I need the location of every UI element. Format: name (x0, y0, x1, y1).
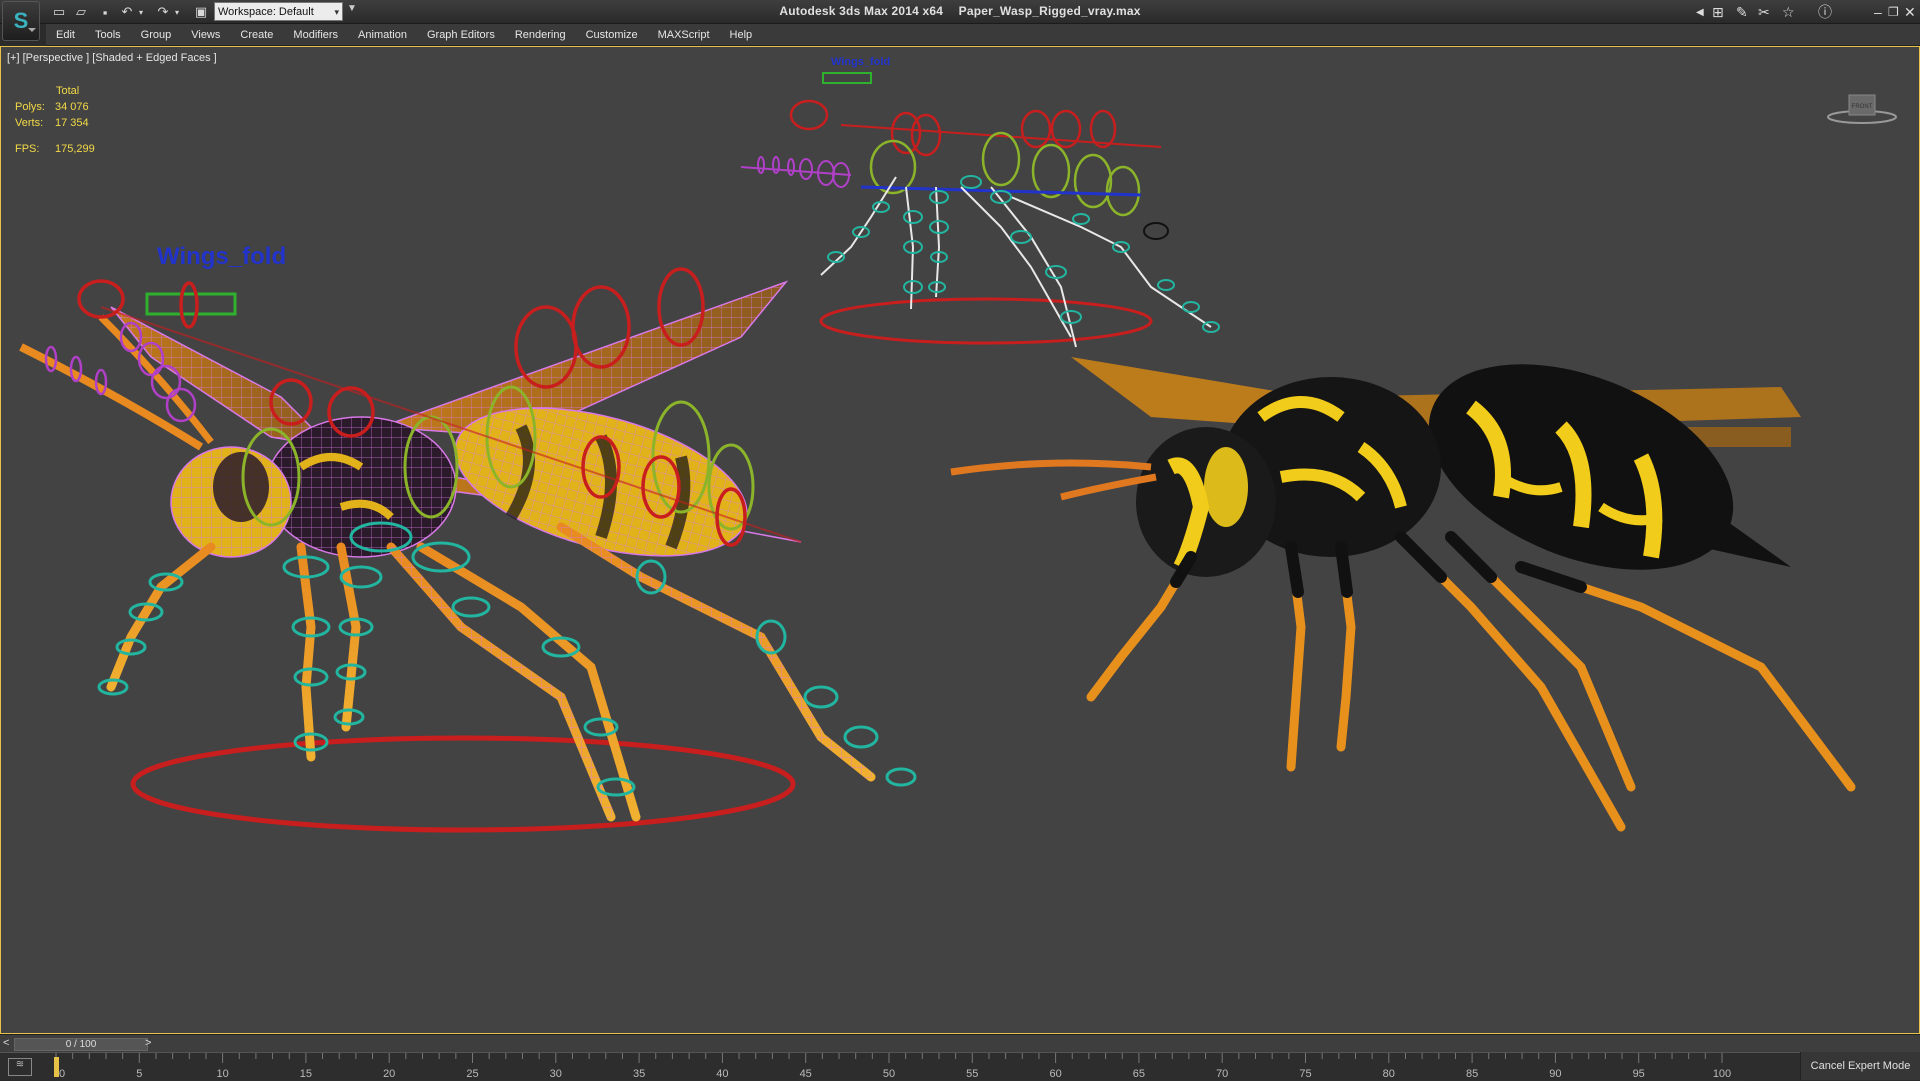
wasp-shaded-model[interactable] (950, 324, 1856, 832)
menu-modifiers[interactable]: Modifiers (283, 29, 348, 41)
time-slider-bar: < 0 / 100 > (0, 1034, 1920, 1052)
menu-maxscript[interactable]: MAXScript (648, 29, 720, 41)
title-bar: S ▭ ▱ ▪ ↶ ▾ ↷ ▾ ▣ Workspace: Default ▾ ▼… (0, 0, 1920, 41)
rig-root-circle-large (130, 735, 796, 833)
timeline-tick-label: 65 (1133, 1068, 1145, 1080)
search-binoculars-icon[interactable]: ⊞ (1712, 2, 1724, 22)
menu-customize[interactable]: Customize (576, 29, 648, 41)
stats-verts-row: Verts: 17 354 (15, 115, 95, 131)
file-name: Paper_Wasp_Rigged_vray.max (958, 4, 1141, 18)
minimize-icon[interactable]: – (1874, 2, 1882, 22)
timeline-ruler[interactable]: 0 5 10 15 20 25 30 35 40 45 50 55 60 65 70 75 80 85 90 95 10… (52, 1053, 1748, 1081)
window-title: Autodesk 3ds Max 2014 x64 Paper_Wasp_Rig… (0, 4, 1920, 18)
star-icon[interactable]: ☆ (1782, 2, 1795, 22)
track-bar[interactable]: ≋ 0 5 10 15 20 25 30 35 40 45 50 55 60 65 70 75 80 85 90 95… (0, 1052, 1920, 1081)
viewport-label[interactable]: [+] [Perspective ] [Shaded + Edged Faces… (7, 52, 217, 64)
timeline-tick-label: 5 (136, 1068, 142, 1080)
rig-label-small: Wings_fold (831, 56, 890, 68)
timeline-tick-label: 25 (466, 1068, 478, 1080)
viewport-statistics: Total Polys: 34 076 Verts: 17 354 FPS: 175,… (15, 83, 95, 157)
cancel-expert-mode-button[interactable]: Cancel Expert Mode (1800, 1052, 1920, 1080)
verts-value: 17 354 (55, 117, 89, 129)
time-slider-next-button[interactable]: > (145, 1037, 151, 1049)
rig-control-rect-small (822, 72, 872, 84)
viewcube-icon[interactable]: FRONT (1827, 87, 1897, 127)
timeline-tick-label: 75 (1299, 1068, 1311, 1080)
timeline-tick-label: 50 (883, 1068, 895, 1080)
timeline-tick-label: 35 (633, 1068, 645, 1080)
timeline-tick-label: 30 (550, 1068, 562, 1080)
viewcube-label: FRONT (1852, 104, 1873, 110)
menu-help[interactable]: Help (720, 29, 763, 41)
menu-edit[interactable]: Edit (46, 29, 85, 41)
timeline-tick-label: 100 (1713, 1068, 1731, 1080)
fps-value: 175,299 (55, 143, 95, 155)
menu-create[interactable]: Create (230, 29, 283, 41)
timeline-tick-label: 90 (1549, 1068, 1561, 1080)
current-frame-marker (54, 1057, 59, 1077)
restore-icon[interactable]: ❐ (1888, 2, 1899, 22)
help-icon[interactable]: ⓘ (1818, 2, 1832, 22)
verts-label: Verts: (15, 117, 44, 129)
snap-icon[interactable]: ✂ (1758, 2, 1770, 22)
timeline-tick-label: 95 (1633, 1068, 1645, 1080)
timeline-tick-label: 80 (1383, 1068, 1395, 1080)
time-slider-value: 0 / 100 (65, 1039, 97, 1050)
small-wasp-rig[interactable]: Wings_fold (740, 56, 1220, 348)
time-slider-prev-button[interactable]: < (3, 1037, 9, 1049)
menu-views[interactable]: Views (181, 29, 230, 41)
timeline-tick-label: 55 (966, 1068, 978, 1080)
time-slider[interactable]: 0 / 100 (14, 1038, 148, 1051)
timeline-tick-label: 0 (59, 1068, 65, 1080)
timeline-tick-label: 60 (1049, 1068, 1061, 1080)
rigged-wasp-wireframe[interactable]: Wings_fold (19, 243, 917, 833)
menu-animation[interactable]: Animation (348, 29, 417, 41)
menu-tools[interactable]: Tools (85, 29, 131, 41)
menu-bar: Edit Tools Group Views Create Modifiers … (46, 24, 1920, 46)
rig-control-rect-large (145, 292, 237, 316)
timeline-tick-label: 45 (800, 1068, 812, 1080)
menu-graph-editors[interactable]: Graph Editors (417, 29, 505, 41)
viewport-scene[interactable]: Wings_fold Wings_fold (1, 47, 1919, 1033)
timeline-tick-label: 40 (716, 1068, 728, 1080)
close-icon[interactable]: ✕ (1904, 2, 1916, 22)
menu-rendering[interactable]: Rendering (505, 29, 576, 41)
timeline-tick-label: 20 (383, 1068, 395, 1080)
timeline-tick-label: 10 (216, 1068, 228, 1080)
curve-editor-icon[interactable]: ≋ (8, 1058, 32, 1076)
app-title: Autodesk 3ds Max 2014 x64 (779, 4, 944, 18)
stats-polys-row: Polys: 34 076 (15, 99, 95, 115)
stats-fps-row: FPS: 175,299 (15, 141, 95, 157)
rig-label-large: Wings_fold (157, 243, 286, 270)
tools-icon[interactable]: ✎ (1736, 2, 1748, 22)
perspective-viewport[interactable]: Wings_fold Wings_fold [+] [Perspective]… (0, 46, 1920, 1034)
rig-root-circle (819, 297, 1153, 345)
polys-label: Polys: (15, 101, 45, 113)
polys-value: 34 076 (55, 101, 89, 113)
stats-header: Total (15, 83, 95, 99)
timeline-tick-label: 15 (300, 1068, 312, 1080)
timeline-tick-label: 85 (1466, 1068, 1478, 1080)
timeline-tick-label: 70 (1216, 1068, 1228, 1080)
menu-group[interactable]: Group (131, 29, 182, 41)
fps-label: FPS: (15, 143, 40, 155)
stats-total-label: Total (56, 85, 80, 97)
arrow-left-icon[interactable]: ◀ (1696, 2, 1704, 22)
